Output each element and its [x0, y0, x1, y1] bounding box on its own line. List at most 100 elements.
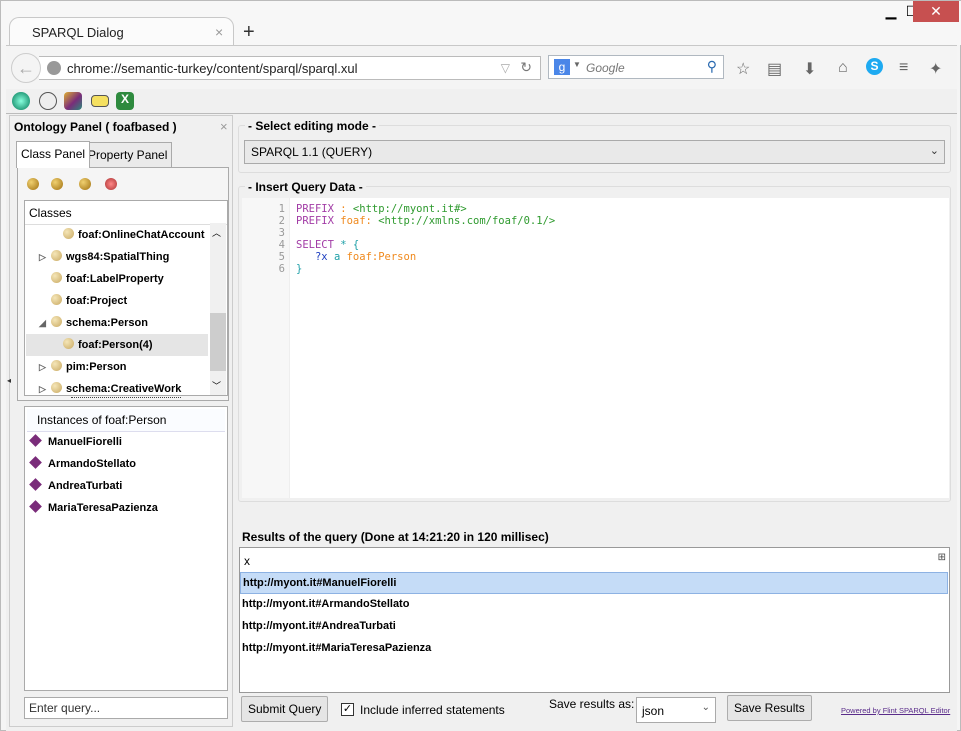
- query-editor[interactable]: 123456 PREFIX : <http://myont.it#> PREFIX…: [242, 198, 949, 498]
- code-token-uri: <http://xmlns.com/foaf/0.1/>: [378, 215, 556, 227]
- expand-toggle-icon[interactable]: ▷: [39, 378, 46, 400]
- instance-item[interactable]: MariaTeresaPazienza: [29, 500, 158, 514]
- expand-toggle-icon[interactable]: ◢: [39, 312, 46, 334]
- engine-dropdown-icon[interactable]: ▼: [573, 60, 581, 69]
- close-window-button[interactable]: ✕: [913, 1, 959, 22]
- instance-item[interactable]: AndreaTurbati: [29, 478, 123, 492]
- line-number: 5: [278, 251, 285, 263]
- globe-icon: [47, 61, 61, 75]
- save-results-button[interactable]: Save Results: [727, 695, 812, 721]
- chevron-down-icon: ⌄: [929, 145, 939, 157]
- scroll-thumb[interactable]: [210, 313, 226, 371]
- result-row[interactable]: http://myont.it#AndreaTurbati: [240, 616, 948, 638]
- delete-class-icon[interactable]: [105, 178, 117, 190]
- format-select[interactable]: json ⌄: [636, 697, 716, 723]
- tree-item[interactable]: foaf:OnlineChatAccount: [63, 224, 205, 246]
- tree-item[interactable]: foaf:Project: [51, 290, 127, 312]
- new-tab-button[interactable]: +: [243, 21, 255, 44]
- tree-item[interactable]: foaf:LabelProperty: [51, 268, 164, 290]
- dropdown-icon[interactable]: ▽: [501, 61, 510, 75]
- collapse-sidebar-icon[interactable]: ◂: [7, 376, 11, 385]
- tree-item[interactable]: ▷ pim:Person: [39, 356, 127, 378]
- extension-icon[interactable]: ✦: [929, 59, 942, 79]
- tab-close-icon[interactable]: ×: [215, 24, 223, 40]
- add-subclass-icon[interactable]: [51, 178, 63, 190]
- code-line: PREFIX : <http://myont.it#>: [296, 203, 467, 215]
- url-bar[interactable]: chrome://semantic-turkey/content/sparql/…: [39, 56, 541, 80]
- search-icon[interactable]: ⚲: [707, 58, 717, 75]
- tree-item[interactable]: foaf:Person(4): [26, 334, 208, 356]
- enter-query-input[interactable]: Enter query...: [24, 697, 228, 719]
- result-row[interactable]: http://myont.it#MariaTeresaPazienza: [240, 638, 948, 660]
- class-icon: [51, 316, 62, 327]
- column-header-x[interactable]: x: [244, 554, 250, 568]
- ontology-icon[interactable]: [64, 92, 82, 110]
- include-inferred-checkbox[interactable]: ✓: [341, 703, 354, 716]
- add-class-icon[interactable]: [27, 178, 39, 190]
- bookmarks-menu-icon[interactable]: ▤: [767, 59, 782, 79]
- scroll-up-icon[interactable]: ︿: [212, 226, 221, 239]
- editing-mode-legend: - Select editing mode -: [245, 119, 380, 133]
- search-placeholder: Google: [586, 61, 625, 75]
- code-token-punct: }: [296, 263, 303, 275]
- tree-item-label: foaf:OnlineChatAccount: [78, 229, 205, 241]
- chevron-down-icon: ⌄: [701, 702, 710, 713]
- instance-item[interactable]: ManuelFiorelli: [29, 434, 122, 448]
- panel-close-icon[interactable]: ×: [220, 119, 228, 134]
- splitter[interactable]: [71, 397, 181, 398]
- menu-icon[interactable]: ≡: [899, 59, 908, 77]
- class-icon: [51, 382, 62, 393]
- class-icon: [63, 338, 74, 349]
- tree-item-label: schema:Person: [66, 317, 148, 329]
- code-line: ?x a foaf:Person: [296, 251, 416, 263]
- tree-item-label: foaf:LabelProperty: [66, 273, 164, 285]
- tree-item-label: foaf:Project: [66, 295, 128, 307]
- instance-label: ManuelFiorelli: [48, 436, 122, 448]
- code-line: SELECT * {: [296, 239, 359, 251]
- google-icon[interactable]: g: [554, 59, 570, 75]
- column-picker-icon[interactable]: ⊞: [938, 552, 946, 563]
- reload-icon[interactable]: ↻: [520, 59, 532, 76]
- tree-item[interactable]: ◢ schema:Person: [39, 312, 148, 334]
- add-sibling-icon[interactable]: [79, 178, 91, 190]
- tree-item-label: pim:Person: [66, 361, 127, 373]
- tab-class-panel[interactable]: Class Panel: [16, 141, 91, 168]
- browser-tab[interactable]: SPARQL Dialog ×: [9, 17, 234, 47]
- instance-label: MariaTeresaPazienza: [48, 502, 158, 514]
- include-inferred-label: Include inferred statements: [360, 703, 505, 717]
- folder-icon[interactable]: [91, 95, 109, 107]
- instance-label: AndreaTurbati: [48, 480, 123, 492]
- class-icon: [51, 272, 62, 283]
- code-token-uri: <http://myont.it#>: [352, 203, 467, 215]
- powered-by-link[interactable]: Powered by Flint SPARQL Editor: [841, 706, 950, 715]
- excel-icon[interactable]: X: [116, 92, 134, 110]
- code-token-keyword: PREFIX: [296, 203, 334, 215]
- expand-toggle-icon[interactable]: ▷: [39, 246, 46, 268]
- skype-icon[interactable]: S: [866, 58, 883, 75]
- scroll-down-icon[interactable]: ﹀: [212, 379, 221, 392]
- instance-label: ArmandoStellato: [48, 458, 137, 470]
- bookmark-star-icon[interactable]: ☆: [736, 59, 750, 79]
- code-token-keyword: SELECT: [296, 239, 334, 251]
- back-button[interactable]: ←: [11, 53, 41, 83]
- tree-item[interactable]: ▷ wgs84:SpatialThing: [39, 246, 169, 268]
- tab-property-panel[interactable]: Property Panel: [83, 142, 173, 168]
- search-box[interactable]: g ▼ Google ⚲: [548, 55, 724, 79]
- graph-icon[interactable]: [39, 92, 57, 110]
- expand-toggle-icon[interactable]: ▷: [39, 356, 46, 378]
- editing-mode-select[interactable]: SPARQL 1.1 (QUERY) ⌄: [244, 140, 945, 164]
- code-token-var: ?x: [314, 251, 328, 263]
- code-token-keyword: PREFIX: [296, 215, 334, 227]
- submit-query-button[interactable]: Submit Query: [241, 696, 329, 722]
- tab-title: SPARQL Dialog: [32, 25, 124, 40]
- class-tree-scrollbar[interactable]: ︿ ﹀: [210, 223, 226, 395]
- instance-item[interactable]: ArmandoStellato: [29, 456, 137, 470]
- line-number: 1: [278, 203, 285, 215]
- home-icon[interactable]: ⌂: [838, 59, 848, 77]
- semantic-turkey-icon[interactable]: [12, 92, 30, 110]
- result-row[interactable]: http://myont.it#ArmandoStellato: [240, 594, 948, 616]
- download-icon[interactable]: ⬇: [803, 59, 816, 79]
- result-row[interactable]: http://myont.it#ManuelFiorelli: [240, 572, 948, 594]
- line-gutter: 123456: [242, 198, 290, 498]
